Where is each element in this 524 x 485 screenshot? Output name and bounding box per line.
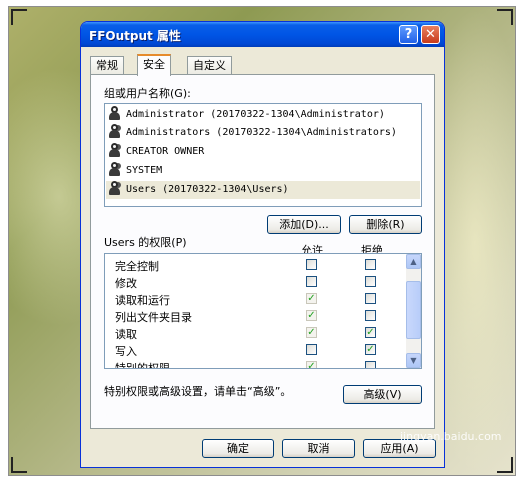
list-item[interactable]: Administrator (20170322-1304\Administrat… [106,106,420,124]
security-tab-panel: 组或用户名称(G): Administrator (20170322-1304\… [90,74,435,429]
deny-checkbox[interactable]: ✓ [365,344,376,355]
allow-checkbox[interactable]: ✓ [306,293,317,304]
allow-checkbox[interactable]: ✓ [306,361,317,368]
deny-checkbox[interactable]: ✓ [365,327,376,338]
deny-checkbox[interactable]: ✓ [365,361,376,368]
tab-security[interactable]: 安全 [137,54,171,76]
principal-name: Administrators (20170322-1304\Administra… [126,127,397,138]
list-item[interactable]: CREATOR OWNER [106,143,420,161]
ok-button[interactable]: 确定 [202,439,274,458]
permission-name: 列出文件夹目录 [115,311,192,324]
deny-checkbox[interactable]: ✓ [365,276,376,287]
help-button[interactable]: ? [399,25,418,44]
permission-name: 读取 [115,328,137,341]
permission-name: 写入 [115,345,137,358]
remove-button[interactable]: 删除(R) [349,215,422,234]
scroll-down-icon[interactable]: ▼ [406,353,421,368]
title-bar[interactable]: FFOutput 属性 ? ✕ [81,22,444,47]
principal-name: SYSTEM [126,165,163,176]
permissions-scrollbar[interactable]: ▲ ▼ [406,254,421,368]
deny-checkbox[interactable]: ✓ [365,293,376,304]
group-icon [109,162,123,176]
close-button[interactable]: ✕ [421,25,440,44]
allow-checkbox[interactable]: ✓ [306,310,317,321]
group-icon [109,124,123,138]
permission-row: 写入 ✓ ✓ [105,341,403,358]
list-item[interactable]: Administrators (20170322-1304\Administra… [106,124,420,142]
advanced-hint: 特别权限或高级设置，请单击“高级”。 [104,385,292,398]
permissions-label: Users 的权限(P) [104,236,187,249]
frame-corner-mark [11,9,27,25]
principal-name: Users (20170322-1304\Users) [126,184,289,195]
allow-checkbox[interactable]: ✓ [306,276,317,287]
permission-row: 特别的权限 ✓ ✓ [105,358,403,369]
permission-row: 读取 ✓ ✓ [105,324,403,341]
permission-row: 完全控制 ✓ ✓ [105,256,403,273]
principal-name: Administrator (20170322-1304\Administrat… [126,109,385,120]
principal-list[interactable]: Administrator (20170322-1304\Administrat… [104,103,422,207]
principal-name: CREATOR OWNER [126,146,205,157]
group-icon [109,181,123,195]
allow-checkbox[interactable]: ✓ [306,259,317,270]
cancel-button[interactable]: 取消 [282,439,355,458]
permission-row: 修改 ✓ ✓ [105,273,403,290]
deny-checkbox[interactable]: ✓ [365,259,376,270]
list-item[interactable]: SYSTEM [106,162,420,180]
properties-dialog: FFOutput 属性 ? ✕ 常规 安全 自定义 组或用户名称(G): Adm… [81,22,444,467]
user-icon [109,106,123,120]
permission-row: 读取和运行 ✓ ✓ [105,290,403,307]
scroll-thumb[interactable] [406,281,421,339]
frame-corner-mark [497,457,513,473]
frame-corner-mark [497,9,513,25]
allow-checkbox[interactable]: ✓ [306,344,317,355]
window-title: FFOutput 属性 [89,29,181,43]
group-icon [109,143,123,157]
add-button[interactable]: 添加(D)... [267,215,341,234]
tab-general[interactable]: 常规 [90,56,124,74]
permission-name: 完全控制 [115,260,159,273]
frame-corner-mark [11,457,27,473]
permission-name: 修改 [115,277,137,290]
advanced-button[interactable]: 高级(V) [343,385,422,404]
permission-row: 列出文件夹目录 ✓ ✓ [105,307,403,324]
list-item-selected[interactable]: Users (20170322-1304\Users) [106,181,420,199]
permission-name: 读取和运行 [115,294,170,307]
permission-name: 特别的权限 [115,362,170,369]
permissions-list: 完全控制 ✓ ✓ 修改 ✓ ✓ 读取和运行 ✓ ✓ 列出文件夹目录 ✓ ✓ 读取 [104,253,422,369]
tab-custom[interactable]: 自定义 [187,56,232,74]
watermark-text: jingyan.baidu.com [400,430,502,443]
scroll-up-icon[interactable]: ▲ [406,254,421,269]
group-names-label: 组或用户名称(G): [104,87,191,100]
allow-checkbox[interactable]: ✓ [306,327,317,338]
deny-checkbox[interactable]: ✓ [365,310,376,321]
